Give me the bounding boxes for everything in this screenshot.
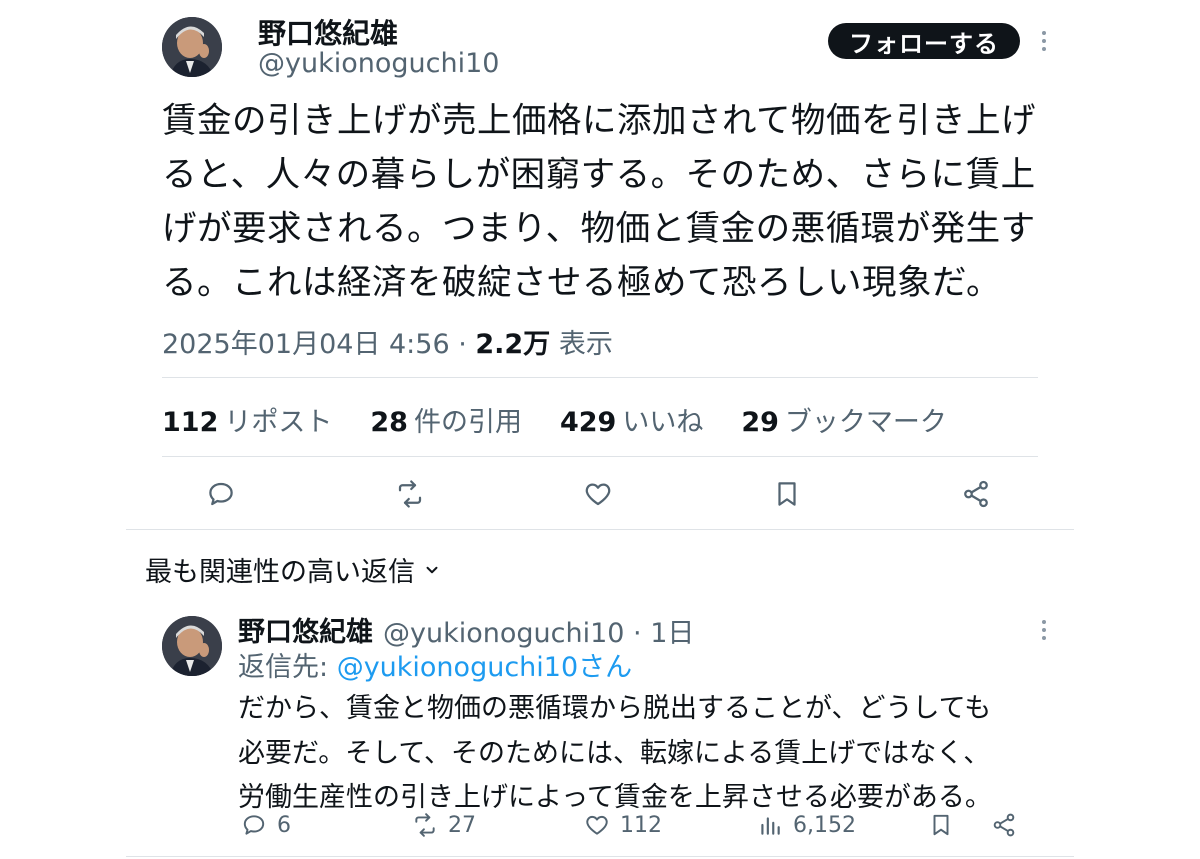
divider <box>162 377 1038 378</box>
more-options-icon[interactable] <box>1034 31 1054 51</box>
follow-button[interactable]: フォローする <box>828 23 1020 59</box>
author-name[interactable]: 野口悠紀雄 <box>258 12 398 52</box>
repost-icon <box>415 813 435 837</box>
quotes-stat[interactable]: 28 件の引用 <box>370 400 522 439</box>
reply-text-line: 必要だ。そして、そのためには、転嫁による賃上げではなく、 <box>238 737 991 769</box>
avatar-portrait-icon <box>162 17 222 77</box>
tweet-text-line: 賃金の引き上げが売上価格に添加されて物価を引き上げ <box>162 101 1036 141</box>
reply-to-line: 返信先: @yukionoguchi10さん <box>238 645 632 684</box>
share-icon <box>993 813 1015 837</box>
bookmark-icon <box>933 814 949 836</box>
tweet-text: 賃金の引き上げが売上価格に添加されて物価を引き上げ ると、人々の暮らしが困窮する… <box>162 94 1052 310</box>
reply-icon <box>243 815 265 835</box>
tweet-timestamp[interactable]: 2025年01月04日 4:56 <box>162 329 450 360</box>
reposts-stat[interactable]: 112 リポスト <box>162 400 332 439</box>
views-icon <box>761 817 780 835</box>
share-icon[interactable] <box>958 476 994 512</box>
reply-author-avatar[interactable] <box>162 616 222 676</box>
avatar-portrait-icon <box>162 616 222 676</box>
reply-text-line: だから、賃金と物価の悪循環から脱出することが、どうしても <box>238 693 992 724</box>
bookmarks-stat[interactable]: 29 ブックマーク <box>741 400 947 439</box>
tweet-meta: 2025年01月04日 4:56 · 2.2万 表示 <box>162 322 613 361</box>
divider <box>126 856 1074 857</box>
reply-bookmark-button[interactable] <box>928 812 954 838</box>
like-icon[interactable] <box>580 476 616 512</box>
like-icon <box>586 815 608 835</box>
divider <box>126 529 1074 530</box>
reply-count: 6 <box>277 812 291 838</box>
reply-to-handle-link[interactable]: @yukionoguchi10さん <box>337 652 632 683</box>
replies-sort-label: 最も関連性の高い返信 <box>145 557 415 588</box>
author-handle[interactable]: @yukionoguchi10 <box>258 48 499 79</box>
tweet-text-line: る。これは経済を破綻させる極めて恐ろしい現象だ。 <box>162 263 1001 303</box>
reply-icon[interactable] <box>203 476 239 512</box>
reply-share-button[interactable] <box>991 812 1017 838</box>
reply-time[interactable]: 1日 <box>650 618 694 649</box>
reply-repost-button[interactable]: 27 <box>412 812 476 838</box>
views-count: 2.2万 <box>475 329 551 360</box>
chevron-down-icon <box>426 566 438 573</box>
reply-like-button[interactable]: 112 <box>584 812 662 838</box>
reply-more-options-icon[interactable] <box>1034 620 1054 640</box>
likes-stat[interactable]: 429 いいね <box>560 400 703 439</box>
meta-separator: · <box>449 329 476 360</box>
reply-text: だから、賃金と物価の悪循環から脱出することが、どうしても 必要だ。そして、そのた… <box>238 687 1038 821</box>
author-avatar[interactable] <box>162 17 222 77</box>
reply-to-label: 返信先: <box>238 652 337 683</box>
repost-count: 27 <box>448 812 476 838</box>
reply-reply-button[interactable]: 6 <box>241 812 291 838</box>
views-label: 表示 <box>558 329 613 360</box>
tweet-text-line: げが要求される。つまり、物価と賃金の悪循環が発生す <box>162 209 1036 249</box>
view-count: 6,152 <box>793 812 856 838</box>
reply-views-button[interactable]: 6,152 <box>757 812 856 838</box>
tweet-text-line: ると、人々の暮らしが困窮する。そのため、さらに賃上 <box>162 155 1036 195</box>
bookmark-icon[interactable] <box>769 476 805 512</box>
repost-icon[interactable] <box>392 476 428 512</box>
divider <box>162 456 1038 457</box>
replies-sort-dropdown[interactable]: 最も関連性の高い返信 <box>145 550 441 589</box>
like-count: 112 <box>620 812 662 838</box>
engagement-stats: 112 リポスト 28 件の引用 429 いいね 29 ブックマーク <box>162 400 985 439</box>
reply-author-name[interactable]: 野口悠紀雄 <box>238 610 373 649</box>
